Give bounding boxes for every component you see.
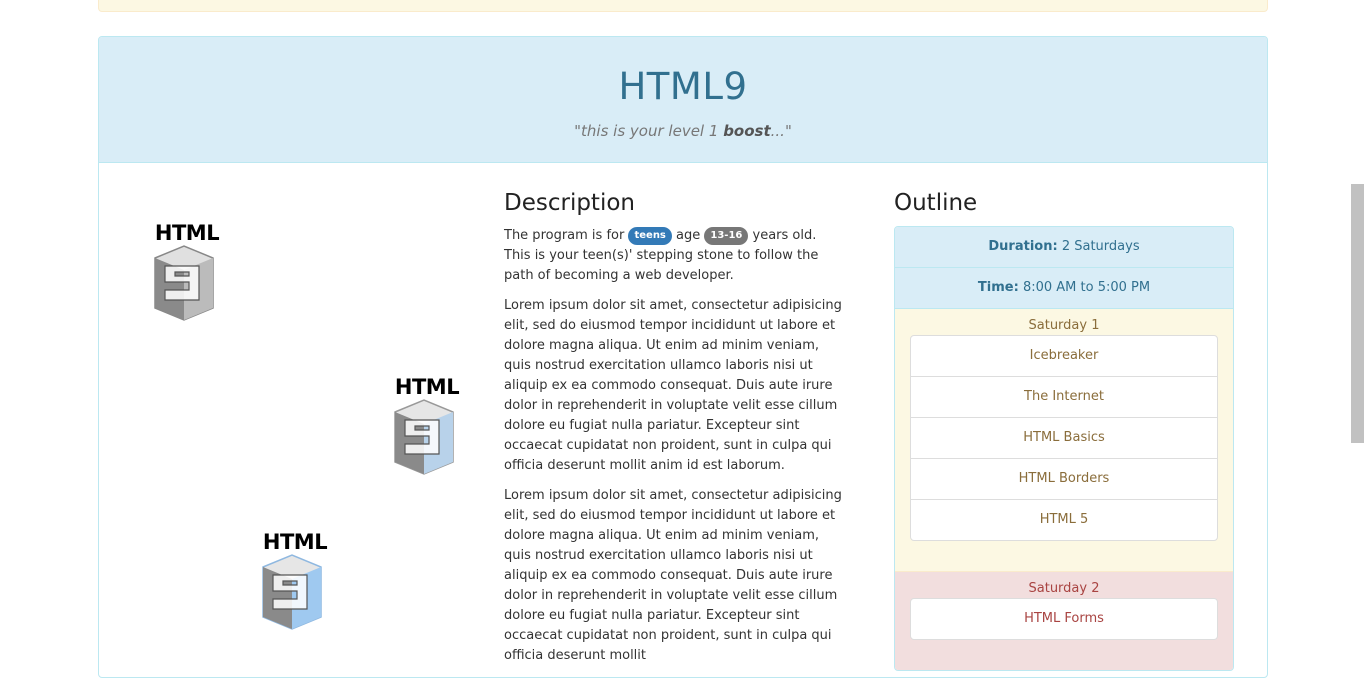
- list-item: The Internet: [911, 377, 1217, 418]
- saturday-1-section: Saturday 1 Icebreaker The Internet HTML …: [895, 309, 1233, 572]
- outline-section: Outline Duration: 2 Saturdays Time: 8:00…: [894, 190, 1234, 671]
- html9-cube-icon: [394, 399, 454, 475]
- html9-cube-icon: [154, 245, 214, 321]
- saturday-title: Saturday 2: [1028, 581, 1100, 596]
- html9-logo: HTML: [147, 222, 227, 322]
- saturday-2-section: Saturday 2 HTML Forms: [895, 572, 1233, 670]
- description-paragraph: Lorem ipsum dolor sit amet, consectetur …: [504, 488, 842, 663]
- course-header: HTML9 "this is your level 1 boost...": [99, 37, 1267, 163]
- course-title: HTML9: [618, 65, 748, 108]
- age-badge: 13-16: [704, 226, 749, 245]
- description-heading: Description: [504, 190, 635, 216]
- description-paragraph: Lorem ipsum dolor sit amet, consectetur …: [504, 298, 842, 473]
- list-item: HTML Forms: [1024, 611, 1104, 626]
- outline-box: Duration: 2 Saturdays Time: 8:00 AM to 5…: [894, 226, 1234, 671]
- description-intro: The program is for teens age 13-16 years…: [504, 226, 819, 283]
- course-tagline: "this is your level 1 boost...": [574, 122, 792, 140]
- html9-logo: HTML: [387, 376, 467, 476]
- outline-heading: Outline: [894, 190, 978, 216]
- time-row: Time: 8:00 AM to 5:00 PM: [895, 268, 1233, 309]
- list-item: Icebreaker: [911, 336, 1217, 377]
- html9-logo: HTML: [255, 531, 335, 631]
- list-item: HTML Basics: [911, 418, 1217, 459]
- topic-list: HTML Forms: [910, 598, 1218, 640]
- duration-row: Duration: 2 Saturdays: [895, 227, 1233, 268]
- html9-cube-icon: [262, 554, 322, 630]
- scrollbar-thumb[interactable]: [1351, 184, 1364, 443]
- description-section: Description The program is for teens age…: [504, 190, 846, 676]
- topic-list: Icebreaker The Internet HTML Basics HTML…: [910, 335, 1218, 541]
- list-item: HTML Borders: [911, 459, 1217, 500]
- teens-badge: teens: [628, 226, 672, 245]
- list-item: HTML 5: [1039, 512, 1089, 527]
- alert-strip: [98, 0, 1268, 12]
- saturday-title: Saturday 1: [1028, 318, 1100, 333]
